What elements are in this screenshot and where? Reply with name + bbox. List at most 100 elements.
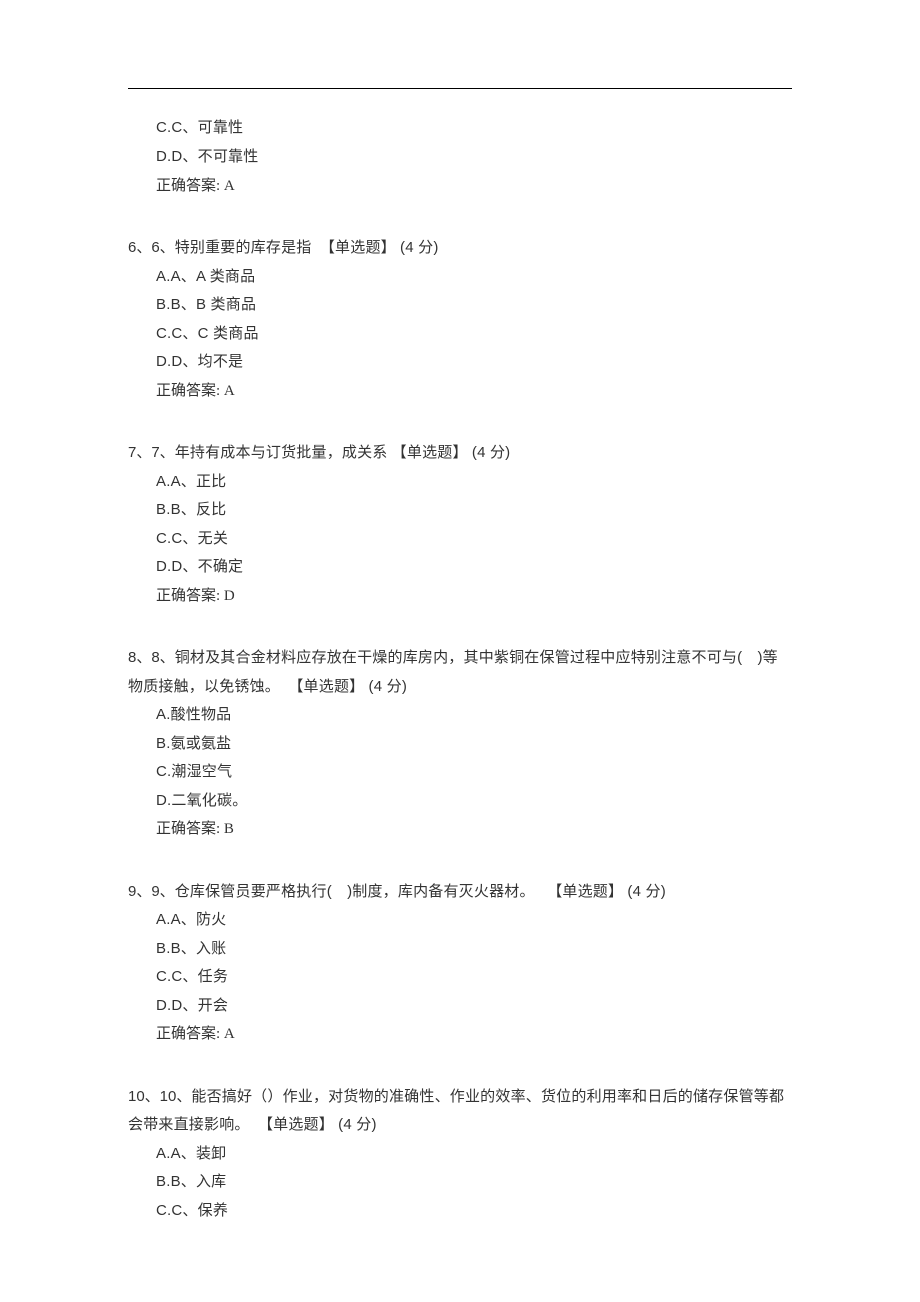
- option-a: A.A、装卸: [156, 1140, 792, 1169]
- options-list: A.酸性物品 B.氨或氨盐 C.潮湿空气 D.二氧化碳。: [128, 701, 792, 815]
- question-points: (4 分): [472, 444, 511, 461]
- option-c: C.C、C 类商品: [156, 320, 792, 349]
- correct-answer-label: 正确答案:: [156, 178, 220, 194]
- option-prefix: B.B、: [156, 940, 196, 957]
- option-prefix: A.A、: [156, 473, 196, 490]
- header-rule: [128, 88, 792, 89]
- correct-answer-value: D: [224, 588, 235, 604]
- options-list: A.A、正比 B.B、反比 C.C、无关 D.D、不确定: [128, 468, 792, 582]
- question-stem: 6、6、特别重要的库存是指 【单选题】 (4 分): [128, 234, 792, 263]
- option-text: 正比: [196, 473, 226, 490]
- option-prefix: C.C、: [156, 1202, 198, 1219]
- question-points: (4 分): [369, 678, 408, 695]
- option-prefix: B.B、: [156, 1173, 196, 1190]
- option-prefix: C.C、: [156, 530, 198, 547]
- option-d: D.二氧化碳。: [156, 787, 792, 816]
- option-text: 不可靠性: [198, 148, 259, 165]
- option-text: 反比: [196, 501, 226, 518]
- option-prefix: D.D、: [156, 353, 198, 370]
- option-text: 防火: [196, 911, 226, 928]
- correct-answer-value: A: [224, 383, 235, 399]
- question-6: 6、6、特别重要的库存是指 【单选题】 (4 分) A.A、A 类商品 B.B、…: [128, 234, 792, 405]
- option-prefix: B.: [156, 735, 171, 752]
- option-c: C.C、任务: [156, 963, 792, 992]
- continued-correct-answer: 正确答案: A: [128, 172, 792, 201]
- option-text: C 类商品: [198, 325, 259, 342]
- question-text: 能否搞好（）作业，对货物的准确性、作业的效率、货位的利用率和日后的储存保管等都会…: [128, 1088, 784, 1134]
- question-text: 仓库保管员要严格执行( )制度，库内备有灭火器材。: [175, 883, 535, 900]
- option-prefix: B.B、: [156, 501, 196, 518]
- question-text: 铜材及其合金材料应存放在干燥的库房内，其中紫铜在保管过程中应特别注意不可与( )…: [128, 649, 778, 695]
- question-7: 7、7、年持有成本与订货批量，成关系 【单选题】 (4 分) A.A、正比 B.…: [128, 439, 792, 610]
- option-text: 任务: [198, 968, 228, 985]
- question-stem: 9、9、仓库保管员要严格执行( )制度，库内备有灭火器材。 【单选题】 (4 分…: [128, 878, 792, 907]
- options-list: A.A、A 类商品 B.B、B 类商品 C.C、C 类商品 D.D、均不是: [128, 263, 792, 377]
- page-content: C.C、可靠性 D.D、不可靠性 正确答案: A 6、6、特别重要的库存是指 【…: [0, 0, 920, 1302]
- question-stem: 7、7、年持有成本与订货批量，成关系 【单选题】 (4 分): [128, 439, 792, 468]
- question-type-tag: 【单选题】: [547, 883, 623, 900]
- option-a: A.A、防火: [156, 906, 792, 935]
- question-number: 6、6、: [128, 239, 175, 256]
- correct-answer-label: 正确答案:: [156, 383, 220, 399]
- correct-answer-label: 正确答案:: [156, 1026, 220, 1042]
- correct-answer-value: A: [224, 1026, 235, 1042]
- option-a: A.A、正比: [156, 468, 792, 497]
- option-text: 装卸: [196, 1145, 226, 1162]
- question-8: 8、8、铜材及其合金材料应存放在干燥的库房内，其中紫铜在保管过程中应特别注意不可…: [128, 644, 792, 844]
- option-prefix: C.C、: [156, 968, 198, 985]
- option-b: B.B、入账: [156, 935, 792, 964]
- option-c: C.潮湿空气: [156, 758, 792, 787]
- option-text: 酸性物品: [171, 706, 232, 723]
- question-number: 10、10、: [128, 1088, 191, 1105]
- option-d: D.D、均不是: [156, 348, 792, 377]
- option-prefix: C.: [156, 763, 171, 780]
- option-d: D.D、不确定: [156, 553, 792, 582]
- continued-options-list: C.C、可靠性 D.D、不可靠性: [128, 113, 792, 172]
- option-b: B.B、反比: [156, 496, 792, 525]
- option-prefix: D.D、: [156, 558, 198, 575]
- options-list: A.A、装卸 B.B、入库 C.C、保养: [128, 1140, 792, 1226]
- option-prefix: D.D、: [156, 148, 198, 165]
- option-text: A 类商品: [196, 268, 255, 285]
- option-prefix: A.A、: [156, 268, 196, 285]
- option-b: B.B、B 类商品: [156, 291, 792, 320]
- question-points: (4 分): [627, 883, 666, 900]
- correct-answer-label: 正确答案:: [156, 821, 220, 837]
- option-text: 开会: [198, 997, 228, 1014]
- option-prefix: A.A、: [156, 911, 196, 928]
- option-prefix: A.: [156, 706, 171, 723]
- option-prefix: A.A、: [156, 1145, 196, 1162]
- question-text: 年持有成本与订货批量，成关系: [175, 444, 388, 461]
- option-text: 无关: [198, 530, 228, 547]
- option-prefix: D.: [156, 792, 171, 809]
- option-c: C.C、保养: [156, 1197, 792, 1226]
- correct-answer-label: 正确答案:: [156, 588, 220, 604]
- option-text: 入账: [196, 940, 226, 957]
- option-text: 保养: [198, 1202, 228, 1219]
- question-type-tag: 【单选题】: [288, 678, 364, 695]
- option-b: B.B、入库: [156, 1168, 792, 1197]
- question-10: 10、10、能否搞好（）作业，对货物的准确性、作业的效率、货位的利用率和日后的储…: [128, 1083, 792, 1226]
- question-number: 8、8、: [128, 649, 175, 666]
- option-text: B 类商品: [196, 296, 256, 313]
- option-a: A.A、A 类商品: [156, 263, 792, 292]
- option-text: 不确定: [198, 558, 244, 575]
- option-text: 可靠性: [198, 119, 244, 136]
- question-9: 9、9、仓库保管员要严格执行( )制度，库内备有灭火器材。 【单选题】 (4 分…: [128, 878, 792, 1049]
- option-d: D.D、不可靠性: [156, 142, 792, 171]
- question-stem: 10、10、能否搞好（）作业，对货物的准确性、作业的效率、货位的利用率和日后的储…: [128, 1083, 792, 1140]
- option-text: 均不是: [198, 353, 244, 370]
- question-type-tag: 【单选题】: [392, 444, 468, 461]
- option-c: C.C、无关: [156, 525, 792, 554]
- correct-answer-value: A: [224, 178, 235, 194]
- option-text: 二氧化碳。: [171, 792, 247, 809]
- option-prefix: B.B、: [156, 296, 196, 313]
- question-points: (4 分): [400, 239, 439, 256]
- option-b: B.氨或氨盐: [156, 730, 792, 759]
- option-c: C.C、可靠性: [156, 113, 792, 142]
- correct-answer-value: B: [224, 821, 234, 837]
- question-points: (4 分): [338, 1116, 377, 1133]
- question-text: 特别重要的库存是指: [175, 239, 312, 256]
- correct-answer: 正确答案: B: [128, 815, 792, 844]
- option-d: D.D、开会: [156, 992, 792, 1021]
